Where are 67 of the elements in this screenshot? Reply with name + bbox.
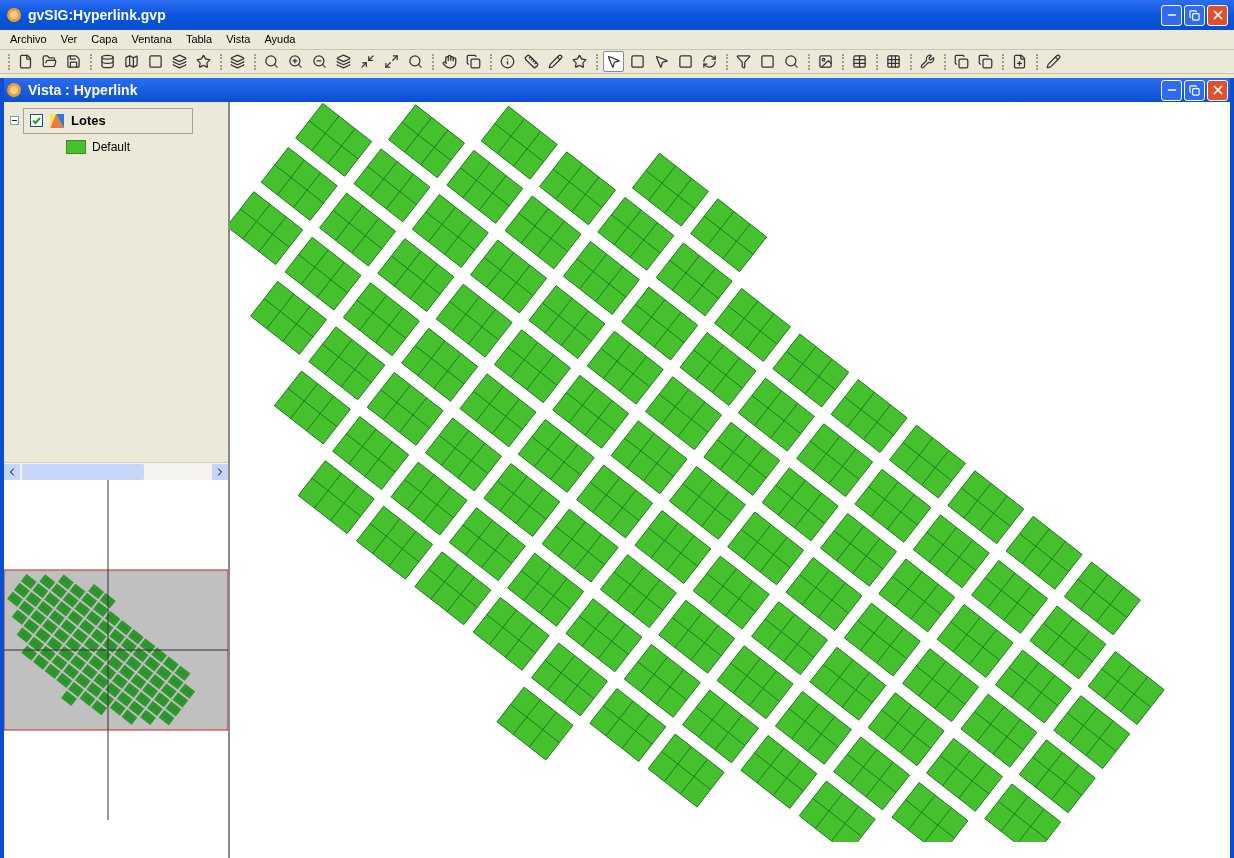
image-icon <box>818 54 833 69</box>
square-icon <box>630 54 645 69</box>
close-button[interactable] <box>1207 4 1228 26</box>
search-icon <box>408 54 423 69</box>
expand-icon <box>384 54 399 69</box>
copy-icon <box>954 54 969 69</box>
app-logo-icon <box>6 82 22 98</box>
layer-name: Lotes <box>71 112 106 130</box>
file-plus-icon <box>1012 54 1027 69</box>
refresh-icon <box>702 54 717 69</box>
menu-item[interactable]: Ver <box>60 31 78 48</box>
view-title: Vista : Hyperlink <box>28 80 139 100</box>
pencil-icon <box>548 54 563 69</box>
search-icon <box>784 54 799 69</box>
star-icon <box>572 54 587 69</box>
database-icon <box>100 54 115 69</box>
wrench-icon <box>920 54 935 69</box>
restore-button[interactable] <box>1184 79 1205 101</box>
check-icon <box>32 116 41 126</box>
app-logo-icon <box>6 7 22 23</box>
menu-item[interactable]: Tabla <box>185 31 213 48</box>
save-icon <box>66 54 81 69</box>
zoom-out-icon <box>312 54 327 69</box>
square-icon <box>678 54 693 69</box>
scrollbar-thumb[interactable] <box>22 463 144 480</box>
menu-item[interactable]: Capa <box>91 31 118 48</box>
menu-item[interactable]: Vista <box>226 31 251 48</box>
tree-toggle[interactable] <box>10 116 19 126</box>
ruler-icon <box>524 54 539 69</box>
zoom-in-icon <box>288 54 303 69</box>
shrink-icon <box>360 54 375 69</box>
legend-label: Default <box>92 138 131 156</box>
info-icon <box>500 54 515 69</box>
layer-type-icon <box>49 112 65 129</box>
open-folder-icon <box>42 54 57 69</box>
restore-icon <box>1189 9 1200 21</box>
search-icon <box>264 54 279 69</box>
menu-item[interactable]: Ventana <box>131 31 172 48</box>
toolbar-button[interactable] <box>603 51 624 72</box>
close-button[interactable] <box>1207 79 1228 101</box>
new-file-icon <box>18 54 33 69</box>
minimize-button[interactable] <box>1161 79 1182 101</box>
layer-row[interactable]: Lotes <box>23 108 193 134</box>
copy-icon <box>466 54 481 69</box>
filter-icon <box>736 54 751 69</box>
window-title: gvSIG:Hyperlink.gvp <box>28 5 167 25</box>
square-icon <box>760 54 775 69</box>
restore-icon <box>1189 84 1200 96</box>
table-icon <box>852 54 867 69</box>
layers-icon <box>336 54 351 69</box>
pencil-icon <box>1046 54 1061 69</box>
pointer-icon <box>606 54 621 69</box>
layers-icon <box>230 54 245 69</box>
copy-icon <box>978 54 993 69</box>
menu-item[interactable]: Archivo <box>10 31 47 48</box>
square-icon <box>148 54 163 69</box>
menu-item[interactable]: Ayuda <box>264 31 296 48</box>
minimize-button[interactable] <box>1161 4 1182 26</box>
pointer-icon <box>654 54 669 69</box>
layer-checkbox[interactable] <box>30 114 43 128</box>
layers-icon <box>172 54 187 69</box>
hand-icon <box>442 54 457 69</box>
horizontal-scrollbar[interactable] <box>4 462 228 480</box>
grid-icon <box>886 54 901 69</box>
map-icon <box>124 54 139 69</box>
restore-button[interactable] <box>1184 4 1205 26</box>
star-icon <box>196 54 211 69</box>
